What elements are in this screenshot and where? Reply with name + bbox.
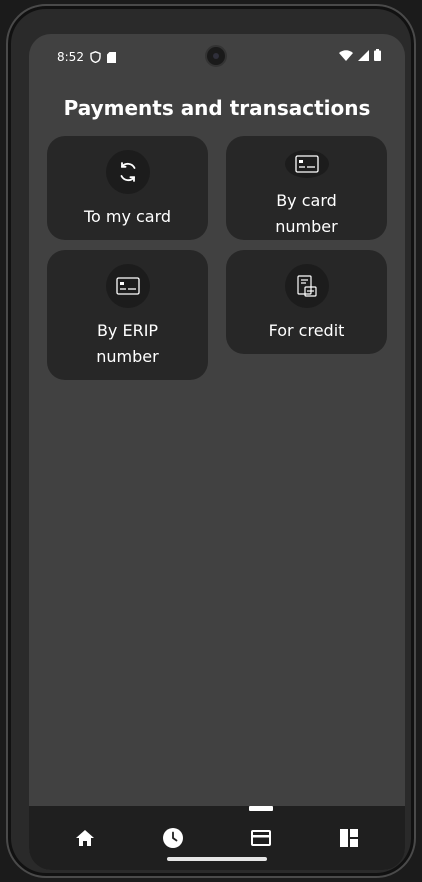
- gesture-bar[interactable]: [167, 857, 267, 861]
- tile-to-my-card[interactable]: To my card: [47, 136, 208, 240]
- card-icon: [294, 155, 319, 173]
- home-icon: [76, 830, 94, 846]
- front-camera: [205, 45, 227, 67]
- status-time: 8:52: [57, 50, 84, 64]
- tile-label: By card number: [275, 191, 338, 236]
- bottom-nav: [29, 806, 405, 870]
- battery-icon: [374, 49, 381, 61]
- screen: 8:52 Payments and transactions To my car…: [29, 34, 405, 870]
- dashboard-icon: [340, 829, 358, 847]
- tile-label: For credit: [268, 321, 345, 340]
- tile-label: By ERIP number: [96, 321, 159, 366]
- tile-by-card-number[interactable]: By card number: [226, 136, 387, 240]
- bill-icon: [296, 275, 317, 297]
- card-icon: [251, 830, 271, 846]
- nav-payments[interactable]: [241, 826, 281, 850]
- device-frame: 8:52 Payments and transactions To my car…: [6, 4, 416, 878]
- tile-icon-wrap: [105, 264, 150, 308]
- page-title: Payments and transactions: [63, 96, 371, 120]
- shield-icon: [90, 51, 101, 63]
- nav-home[interactable]: [65, 826, 105, 850]
- wifi-icon: [339, 49, 353, 61]
- tile-icon-wrap: [105, 150, 150, 194]
- nav-active-indicator: [249, 806, 273, 811]
- status-bar: 8:52: [29, 34, 405, 78]
- refresh-icon: [120, 162, 135, 182]
- signal-icon: [358, 49, 369, 61]
- clock-icon: [163, 828, 183, 848]
- card-icon: [115, 277, 140, 295]
- tile-label: To my card: [83, 207, 172, 226]
- nav-dashboard[interactable]: [329, 826, 369, 850]
- status-right: [339, 49, 381, 61]
- sd-card-icon: [106, 51, 116, 63]
- status-left: 8:52: [57, 50, 116, 64]
- tile-for-credit[interactable]: For credit: [226, 250, 387, 354]
- tile-icon-wrap: [284, 264, 329, 308]
- tile-icon-wrap: [284, 150, 329, 178]
- nav-history[interactable]: [153, 826, 193, 850]
- tile-by-erip-number[interactable]: By ERIP number: [47, 250, 208, 380]
